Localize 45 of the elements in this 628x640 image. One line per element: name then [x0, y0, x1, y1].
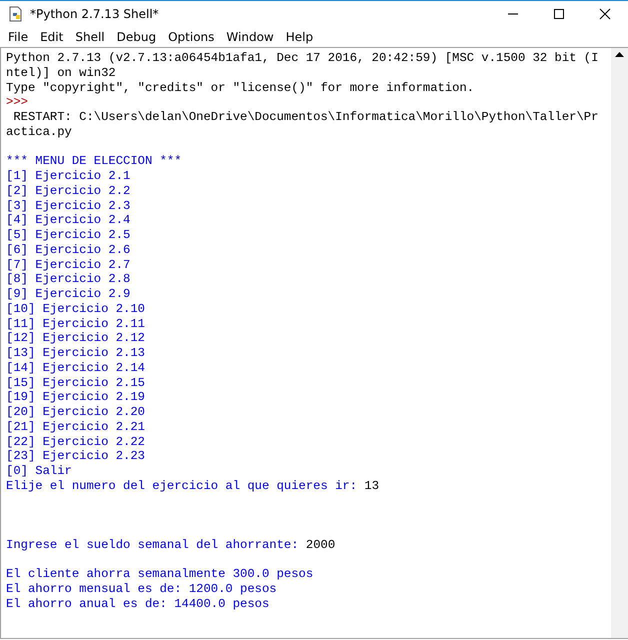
window-title: *Python 2.7.13 Shell*: [30, 7, 160, 21]
program-output: El cliente ahorra semanalmente 300.0 pesos: [6, 567, 314, 582]
program-output: [15] Ejercicio 2.15: [6, 376, 145, 390]
menu-item[interactable]: Help: [280, 30, 320, 44]
shell-message: ntel)] on win32: [6, 66, 116, 80]
program-output: [2] Ejercicio 2.2: [6, 184, 130, 198]
program-output: [9] Ejercicio 2.9: [6, 287, 130, 302]
program-output: [0] Salir: [6, 464, 72, 479]
program-output: El ahorro anual es de: 14400.0 pesos: [6, 596, 270, 612]
program-output: Elije el numero del ejercicio al que quieres ir:: [6, 478, 358, 494]
program-output: [12] Ejercicio 2.12: [6, 331, 145, 346]
shell-message: actica.py: [6, 124, 72, 140]
program-output: [7] Ejercicio 2.7: [6, 258, 130, 272]
shell-message: RESTART: C:\Users\delan\OneDrive\Documentos\Informatica\Morillo\Python\Taller\Pr: [12, 110, 598, 125]
program-output: [4] Ejercicio 2.4: [6, 213, 130, 228]
program-output: [3] Ejercicio 2.3: [6, 198, 130, 214]
menu-item[interactable]: Window: [220, 30, 280, 44]
program-output: Ingrese el sueldo semanal del ahorrante:: [6, 538, 300, 552]
typed-text: 13: [364, 478, 380, 494]
program-output: [23] Ejercicio 2.23: [6, 449, 145, 464]
program-output: [14] Ejercicio 2.14: [6, 360, 145, 376]
shell-message: Python 2.7.13 (v2.7.13:a06454b1afa1, Dec 17 2016, 20:42:59) [MSC v.1500 32 bit (I: [6, 51, 598, 66]
program-output: [6] Ejercicio 2.6: [6, 242, 130, 258]
program-output: [21] Ejercicio 2.21: [6, 420, 145, 434]
program-output: [10] Ejercicio 2.10: [6, 302, 145, 316]
typed-text: 2000: [306, 538, 336, 552]
program-output: [8] Ejercicio 2.8: [6, 272, 130, 287]
program-output: El ahorro mensual es de: 1200.0 pesos: [6, 582, 277, 597]
scroll-up-icon[interactable]: [615, 52, 624, 57]
program-output: [11] Ejercicio 2.11: [6, 316, 145, 332]
menu-item[interactable]: Options: [162, 30, 220, 44]
python-file-icon: [8, 6, 24, 22]
menu-item[interactable]: Debug: [110, 30, 162, 44]
program-output: [1] Ejercicio 2.1: [6, 169, 130, 184]
program-output: [22] Ejercicio 2.22: [6, 434, 145, 450]
menu-item[interactable]: File: [2, 30, 34, 44]
program-output: [5] Ejercicio 2.5: [6, 228, 130, 243]
menu-item[interactable]: Shell: [69, 30, 111, 44]
program-output: *** MENU DE ELECCION ***: [6, 154, 182, 169]
program-output: [19] Ejercicio 2.19: [6, 390, 145, 405]
shell-message: Type "copyright", "credits" or "license()" for more information.: [6, 80, 474, 96]
shell-prompt: >>>: [6, 95, 28, 110]
program-output: [20] Ejercicio 2.20: [6, 405, 145, 420]
program-output: [13] Ejercicio 2.13: [6, 346, 145, 361]
menu-item[interactable]: Edit: [34, 30, 70, 44]
